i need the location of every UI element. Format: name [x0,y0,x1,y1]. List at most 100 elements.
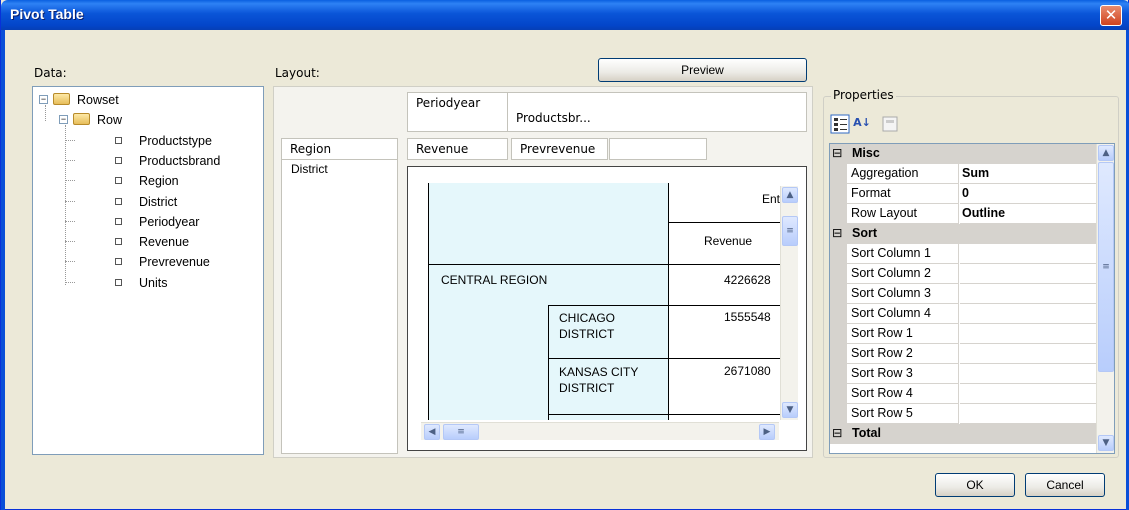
property-row[interactable]: Sort Column 4 [830,304,1100,324]
property-row[interactable]: Sort Column 3 [830,284,1100,304]
tree-connector [65,140,75,141]
pivot-table-dialog: Pivot Table ✕ Data: − Rowset − Row Productst… [0,0,1129,510]
alphabetical-sort-icon[interactable]: A↓ [852,114,872,134]
tree-item-label: Productstype [139,134,212,148]
property-name: Sort Row 1 [847,324,959,344]
tree-item-label: Periodyear [139,215,200,229]
property-category-sort[interactable]: ⊟ Sort [830,224,1100,244]
scroll-thumb-horizontal[interactable]: ≡ [443,424,479,440]
property-pages-icon[interactable] [880,114,900,134]
property-gutter [830,284,847,304]
property-row[interactable]: Sort Row 5 [830,404,1100,424]
tree-connector [65,180,75,181]
collapse-icon[interactable]: − [39,95,48,104]
tree-item-label: Region [139,174,179,188]
property-name: Sort Row 2 [847,344,959,364]
value-chicago-district: 1555548 [724,310,771,324]
categorized-icon[interactable] [830,114,850,134]
collapse-icon[interactable]: − [59,115,68,124]
scroll-thumb-vertical[interactable]: ≡ [1098,162,1114,372]
property-row[interactable]: Sort Row 4 [830,384,1100,404]
property-category-misc[interactable]: ⊟ Misc [830,144,1100,164]
scroll-down-icon[interactable]: ▼ [782,402,798,418]
column-header-top: Ent [762,192,781,206]
property-row[interactable]: Sort Column 2 [830,264,1100,284]
row-label-central-region: CENTRAL REGION [441,273,548,287]
folder-icon [53,93,70,105]
value-central-region: 4226628 [724,273,771,287]
property-row[interactable]: Sort Row 3 [830,364,1100,384]
property-name: Sort Row 3 [847,364,959,384]
property-value[interactable]: 0 [960,184,1100,204]
scroll-left-icon[interactable]: ◀ [424,424,440,440]
grid-line [548,358,780,359]
property-value[interactable] [960,324,1100,344]
data-field-prevrevenue[interactable]: Prevrevenue [511,138,608,160]
layout-label: Layout: [275,66,320,80]
property-name: Row Layout [847,204,959,224]
property-value[interactable] [960,284,1100,304]
data-field-empty[interactable] [609,138,707,160]
ok-button[interactable]: OK [935,473,1015,497]
property-row[interactable]: Aggregation Sum [830,164,1100,184]
field-icon [115,258,122,265]
property-category-total[interactable]: ⊟ Total [830,424,1100,444]
data-field-revenue[interactable]: Revenue [407,138,508,160]
property-category-label: Sort [852,226,877,240]
preview-horizontal-scrollbar[interactable]: ◀ ≡ ▶ [421,422,779,440]
tree-item-label: Row [97,113,123,127]
property-value[interactable]: Outline [960,204,1100,224]
property-value[interactable] [960,404,1100,424]
preview-button[interactable]: Preview [598,58,807,82]
scroll-up-icon[interactable]: ▲ [782,187,798,203]
property-row[interactable]: Sort Row 1 [830,324,1100,344]
column-field-periodyear[interactable]: Periodyear [407,92,508,132]
scroll-thumb-vertical[interactable]: ≡ [782,216,798,246]
property-scrollbar[interactable]: ▲ ≡ ▼ [1096,144,1114,453]
row-field-area [281,138,398,454]
collapse-icon[interactable]: ⊟ [832,425,842,440]
field-icon [115,198,122,205]
property-row[interactable]: Sort Column 1 [830,244,1100,264]
properties-label: Properties [831,88,896,102]
scroll-down-icon[interactable]: ▼ [1098,435,1114,451]
property-name: Sort Column 4 [847,304,959,324]
collapse-icon[interactable]: ⊟ [832,145,842,160]
tree-connector [65,160,75,161]
collapse-icon[interactable]: ⊟ [832,225,842,240]
grid-line [429,264,780,265]
close-button[interactable]: ✕ [1100,5,1122,26]
property-value[interactable] [960,344,1100,364]
property-value[interactable] [960,264,1100,284]
cancel-button[interactable]: Cancel [1025,473,1105,497]
property-name: Format [847,184,959,204]
property-row[interactable]: Sort Row 2 [830,344,1100,364]
grid-line [548,414,780,415]
property-name: Sort Column 3 [847,284,959,304]
scroll-right-icon[interactable]: ▶ [759,424,775,440]
column-field-productsbrand[interactable]: Productsbr... [507,92,807,132]
scroll-up-icon[interactable]: ▲ [1098,145,1114,161]
field-icon [115,157,122,164]
property-name: Sort Row 5 [847,404,959,424]
row-field-district[interactable]: District [291,162,328,176]
tree-item-label: Prevrevenue [139,255,210,269]
row-field-region[interactable]: Region [281,138,398,160]
property-row[interactable]: Row Layout Outline [830,204,1100,224]
property-value[interactable] [960,384,1100,404]
preview-vertical-scrollbar[interactable]: ▲ ≡ ▼ [780,186,798,420]
property-value[interactable] [960,364,1100,384]
property-row[interactable]: Format 0 [830,184,1100,204]
property-grid[interactable]: ⊟ Misc Aggregation Sum Format 0 Row Layout Outl… [829,143,1115,454]
tree-item-label: Productsbrand [139,154,221,168]
grid-line [668,183,669,420]
field-icon [115,238,122,245]
property-value[interactable] [960,244,1100,264]
property-name: Sort Column 1 [847,244,959,264]
property-category-label: Misc [852,146,880,160]
property-value[interactable] [960,304,1100,324]
property-name: Sort Row 4 [847,384,959,404]
property-value[interactable]: Sum [960,164,1100,184]
property-gutter [830,304,847,324]
field-icon [115,137,122,144]
